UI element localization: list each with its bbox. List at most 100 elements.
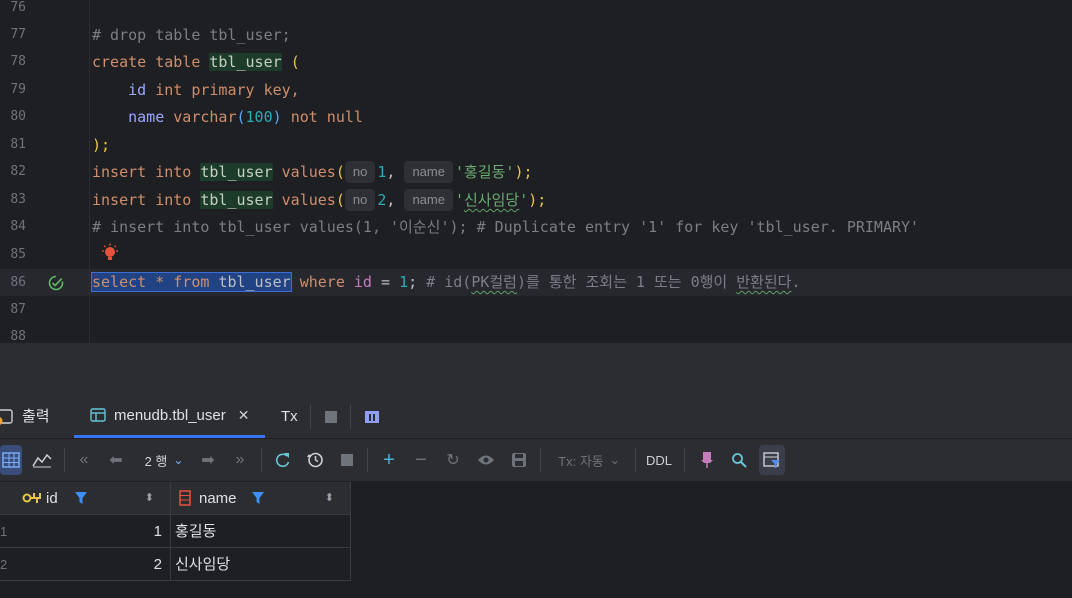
minus-icon: − <box>415 448 427 471</box>
ddl-button[interactable]: DDL <box>644 439 674 481</box>
double-chevron-left-icon: « <box>79 451 89 468</box>
selected-text: select * from tbl_user <box>91 272 292 292</box>
panel-header-space <box>0 343 1072 395</box>
layout-grid-icon <box>365 410 379 423</box>
param-hint-name: name <box>404 161 453 183</box>
search-button[interactable] <box>728 439 750 481</box>
param-hint-no: no <box>344 189 376 211</box>
row-number[interactable]: 1 <box>0 515 16 548</box>
row-number[interactable]: 2 <box>0 548 16 581</box>
code-line-78: create table tbl_user ( <box>92 53 300 71</box>
filter-icon[interactable] <box>74 491 88 505</box>
services-panel: 출력 menudb.tbl_user ✕ Tx « ⬅ 2 행 ⌄ ➡ » + … <box>0 343 1072 598</box>
line-number: 78 <box>10 54 26 69</box>
double-chevron-right-icon: » <box>235 451 245 468</box>
divider <box>350 405 351 429</box>
line-number: 81 <box>10 137 26 152</box>
line-number: 85 <box>10 247 26 262</box>
last-page-button[interactable]: » <box>230 439 250 481</box>
sort-icon[interactable]: ⬍ <box>325 482 334 515</box>
table-view-button[interactable] <box>0 445 22 475</box>
execution-success-icon[interactable] <box>47 274 65 292</box>
line-chart-icon <box>32 453 52 468</box>
delete-row-button[interactable]: − <box>410 439 432 481</box>
code-line-77: # drop table tbl_user; <box>92 26 291 44</box>
filter-icon[interactable] <box>251 491 265 505</box>
cell-name[interactable]: 신사임당 <box>171 548 351 581</box>
tab-output-label: 출력 <box>22 408 50 425</box>
filter-panel-button[interactable] <box>759 445 785 475</box>
code-line-80: name varchar(100) not null <box>128 108 363 126</box>
editor-gutter: 76 77 78 79 80 81 82 83 84 85 86 87 88 <box>0 0 90 343</box>
sort-icon[interactable]: ⬍ <box>145 482 154 515</box>
divider <box>310 405 311 429</box>
row-number-header <box>0 482 16 515</box>
preview-button[interactable] <box>474 439 498 481</box>
page-size-selector[interactable]: 2 행 ⌄ <box>138 439 190 481</box>
column-header-name[interactable]: name ⬍ <box>171 482 351 515</box>
code-line-86: select * from tbl_user where id = 1; # i… <box>91 272 801 292</box>
prev-page-button[interactable]: ⬅ <box>106 439 126 481</box>
code-line-84: # insert into tbl_user values(1, '이순신');… <box>92 218 920 236</box>
pin-button[interactable] <box>696 439 718 481</box>
chart-view-button[interactable] <box>30 439 54 481</box>
eye-icon <box>478 455 494 465</box>
line-number: 76 <box>10 0 26 15</box>
add-row-button[interactable]: + <box>378 439 400 481</box>
rows-label: 2 행 <box>144 453 168 469</box>
lightbulb-icon[interactable] <box>100 243 120 263</box>
tab-tx-label: Tx <box>281 408 298 425</box>
cancel-button[interactable] <box>336 439 358 481</box>
tab-output[interactable]: 출력 <box>0 395 50 438</box>
result-toolbar: « ⬅ 2 행 ⌄ ➡ » + − ↻ Tx: 자동 ⌄ DDL <box>0 439 1072 482</box>
tab-menudb-label: menudb.tbl_user <box>114 406 226 424</box>
refresh-icon <box>275 453 290 468</box>
search-icon <box>732 453 747 468</box>
cell-id[interactable]: 2 <box>16 548 171 581</box>
column-header-id[interactable]: id ⬍ <box>16 482 171 515</box>
grid-view-icon <box>2 452 20 468</box>
chevron-down-icon: ⌄ <box>609 453 620 467</box>
tx-mode-selector[interactable]: Tx: 자동 ⌄ <box>552 439 626 481</box>
tab-menudb-tbl-user[interactable]: menudb.tbl_user ✕ <box>74 394 266 438</box>
arrow-left-icon: ⬅ <box>109 452 123 469</box>
line-number: 80 <box>10 109 26 124</box>
stop-icon <box>341 454 353 466</box>
chevron-down-icon: ⌄ <box>173 453 184 467</box>
line-number: 83 <box>10 192 26 207</box>
column-icon <box>179 490 191 506</box>
save-icon <box>512 453 526 467</box>
revert-button[interactable]: ↻ <box>442 439 464 481</box>
stop-icon <box>325 410 337 423</box>
line-number: 79 <box>10 82 26 97</box>
divider <box>64 448 65 472</box>
filter-panel-icon <box>763 452 780 468</box>
table-icon <box>90 408 106 422</box>
plus-icon: + <box>383 448 395 471</box>
divider <box>684 448 685 472</box>
submit-button[interactable] <box>508 439 530 481</box>
cell-id[interactable]: 1 <box>16 515 171 548</box>
layout-button[interactable] <box>364 395 380 438</box>
history-button[interactable] <box>304 439 326 481</box>
param-hint-name: name <box>404 189 453 211</box>
line-number: 77 <box>10 27 26 42</box>
cell-name[interactable]: 홍길동 <box>171 515 351 548</box>
first-page-button[interactable]: « <box>74 439 94 481</box>
history-icon <box>307 452 323 468</box>
divider <box>540 448 541 472</box>
line-number: 88 <box>10 329 26 343</box>
result-tab-bar: 출력 menudb.tbl_user ✕ Tx <box>0 395 1072 439</box>
sql-editor[interactable]: 76 77 78 79 80 81 82 83 84 85 86 87 88 #… <box>0 0 1072 343</box>
pin-icon <box>701 452 713 468</box>
param-hint-no: no <box>344 161 376 183</box>
divider <box>367 448 368 472</box>
next-page-button[interactable]: ➡ <box>198 439 218 481</box>
stop-button[interactable] <box>324 395 338 438</box>
divider <box>635 448 636 472</box>
code-line-82: insert into tbl_user values(no 1, name '홍길… <box>92 161 533 183</box>
tab-tx[interactable]: Tx <box>281 395 298 438</box>
refresh-button[interactable] <box>271 439 293 481</box>
close-icon[interactable]: ✕ <box>238 394 250 437</box>
result-grid[interactable]: id ⬍ name ⬍ 1 1 홍길동 2 2 신사임당 <box>0 482 1072 598</box>
